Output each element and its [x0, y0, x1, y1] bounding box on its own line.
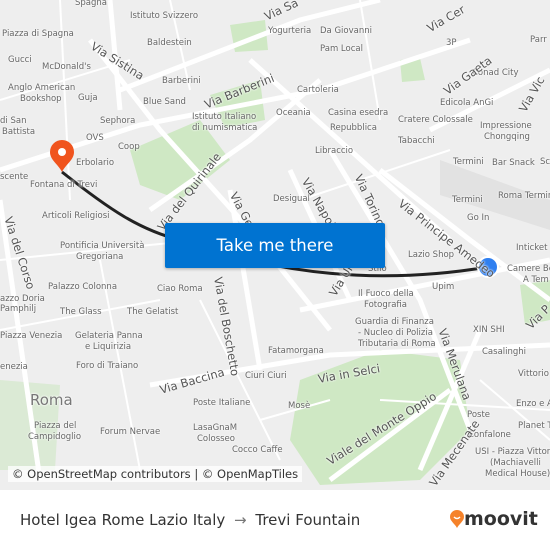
moovit-pin-icon: [450, 510, 464, 528]
map-label: Gregoriana: [76, 252, 124, 262]
map-label: Pam Local: [320, 44, 363, 54]
map-label: Casina esedra: [328, 108, 389, 118]
map-label: Piazza Venezia: [0, 331, 63, 341]
map[interactable]: Spagna Istituto Svizzero Piazza di Spagn…: [0, 0, 550, 490]
map-label: Bar Snack: [492, 158, 535, 168]
moovit-wordmark: moovit: [464, 508, 538, 530]
map-label: Go In: [467, 213, 490, 223]
map-label: Planet T: [518, 421, 550, 431]
map-label: Casalinghi: [482, 347, 527, 357]
map-label: Da Giovanni: [320, 26, 372, 36]
map-label: Anglo American: [8, 83, 76, 93]
map-label: azzo Doria: [0, 294, 45, 304]
map-label: Termini: [453, 157, 484, 167]
map-label: Articoli Religiosi: [42, 211, 110, 221]
map-label: Desigual: [273, 194, 310, 204]
map-label: Repubblica: [330, 123, 377, 133]
map-label: Mosè: [288, 401, 311, 411]
map-label: Bookshop: [20, 94, 62, 104]
map-label: Chongqing: [484, 132, 530, 142]
take-me-there-button[interactable]: Take me there: [165, 223, 385, 268]
map-label: Erbolario: [76, 158, 115, 168]
map-label: (Machiavelli: [490, 458, 541, 468]
map-label: Baldestein: [147, 38, 192, 48]
map-label: USI - Piazza Vittorio: [475, 447, 550, 457]
map-label: Piazza del: [34, 421, 77, 431]
map-label: di San: [0, 116, 27, 126]
map-label: Roma Termini: [498, 191, 550, 201]
map-label: Coop: [118, 142, 140, 152]
map-label: Edicola AnGi: [440, 98, 494, 108]
map-label: Guja: [78, 93, 98, 103]
map-label: Upim: [432, 282, 455, 292]
map-label: Gucci: [8, 55, 32, 65]
map-label: Tributaria di Roma: [358, 339, 436, 349]
map-label: Spagna: [75, 0, 107, 8]
map-label: The Gelatist: [127, 307, 179, 317]
map-label: The Glass: [60, 307, 102, 317]
destination-marker-icon[interactable]: [50, 140, 74, 172]
map-label: Enzo e A: [516, 399, 550, 409]
route-title: Hotel Igea Rome Lazio Italy → Trevi Foun…: [20, 511, 360, 529]
map-label: OVS: [86, 133, 104, 143]
map-attribution: © OpenStreetMap contributors | © OpenMap…: [8, 466, 303, 482]
map-label: Blue Sand: [143, 97, 186, 107]
map-label: scente: [0, 172, 29, 182]
map-label: Parr: [530, 35, 547, 45]
map-label: A Tem: [523, 275, 549, 285]
map-city-label: Roma: [30, 391, 73, 409]
map-label: Sephora: [100, 116, 136, 126]
map-label: 3P: [446, 38, 457, 48]
map-label: Gelateria Panna: [75, 331, 143, 341]
map-label: Yogurteria: [268, 26, 312, 36]
map-label: Lazio Shop: [408, 250, 455, 260]
map-label: Barberini: [162, 76, 201, 86]
map-label: di numismatica: [192, 123, 258, 133]
map-label: Pamphilj: [0, 304, 37, 314]
map-label: Camere Be: [507, 264, 550, 274]
map-label: Il Fuoco della: [358, 289, 414, 299]
map-label: Vittorio: [518, 369, 549, 379]
map-label: Inticket: [516, 243, 548, 253]
map-label: Ciao Roma: [157, 284, 203, 294]
moovit-logo: moovit: [450, 508, 538, 530]
map-label: Istituto Svizzero: [130, 11, 199, 21]
map-label: Termini: [452, 195, 483, 205]
map-label: Impressione: [480, 121, 532, 131]
map-label: Pontificia Università: [60, 241, 145, 251]
map-label: Cratere Colossale: [398, 115, 473, 125]
map-label: McDonald's: [42, 62, 91, 72]
map-label: Libraccio: [315, 146, 354, 156]
map-label: enezia: [0, 362, 28, 372]
map-label: Campidoglio: [28, 432, 82, 442]
map-label: Oceania: [276, 108, 311, 118]
map-label: Medical House): [485, 469, 550, 479]
map-label: Cartoleria: [297, 85, 339, 95]
map-label: XIN SHI: [473, 325, 505, 335]
map-label: Sc: [540, 157, 550, 167]
map-label: Ciuri Ciuri: [245, 371, 287, 381]
map-label: LasaGnaM: [193, 423, 238, 433]
map-label: Guardia di Finanza: [355, 317, 434, 327]
map-label: Poste Italiane: [193, 398, 251, 408]
origin-name: Hotel Igea Rome Lazio Italy: [20, 511, 226, 529]
map-label: Colosseo: [197, 434, 235, 444]
arrow-right-icon: →: [234, 511, 247, 529]
map-label: e Liquirizia: [85, 342, 132, 352]
map-label: Foro di Traiano: [76, 361, 139, 371]
map-label: Fotografia: [364, 300, 407, 310]
map-label: Fatamorgana: [268, 346, 324, 356]
map-label: Palazzo Colonna: [48, 282, 118, 292]
map-label: Battista: [2, 127, 36, 137]
map-label: Forum Nervae: [100, 427, 161, 437]
destination-name: Trevi Fountain: [255, 511, 361, 529]
map-label: Tabacchi: [398, 136, 435, 146]
map-label: Piazza di Spagna: [2, 29, 74, 39]
map-label: Cocco Caffe: [232, 445, 283, 455]
map-label: - Nucleo di Polizia: [358, 328, 433, 338]
map-label: Fontana di Trevi: [30, 180, 98, 190]
map-label: Istituto Italiano: [192, 112, 257, 122]
